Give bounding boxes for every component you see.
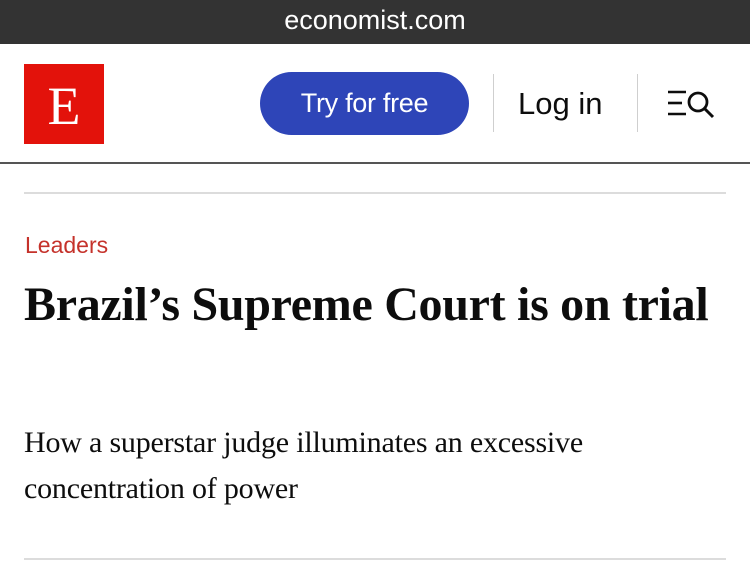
section-label-text: Leaders [25,232,109,258]
economist-logo[interactable]: E [24,64,104,144]
login-label: Log in [518,86,603,121]
site-header: E Try for free Log in [0,44,750,164]
try-for-free-button[interactable]: Try for free [260,72,469,135]
section-label[interactable]: Leaders [25,232,108,259]
menu-search-icon [668,90,715,119]
bottom-rule [24,558,726,560]
article-subheadline: How a superstar judge illuminates an exc… [24,426,583,505]
menu-search-button[interactable] [664,84,720,124]
article-headline: Brazil’s Supreme Court is on trial [24,278,709,331]
login-link[interactable]: Log in [518,82,602,126]
top-rule [24,192,726,194]
header-divider [637,74,638,132]
try-for-free-label: Try for free [300,88,429,118]
logo-letter: E [47,76,81,136]
browser-url-bar[interactable]: economist.com [0,0,750,44]
url-text: economist.com [284,4,466,35]
header-divider [493,74,494,132]
